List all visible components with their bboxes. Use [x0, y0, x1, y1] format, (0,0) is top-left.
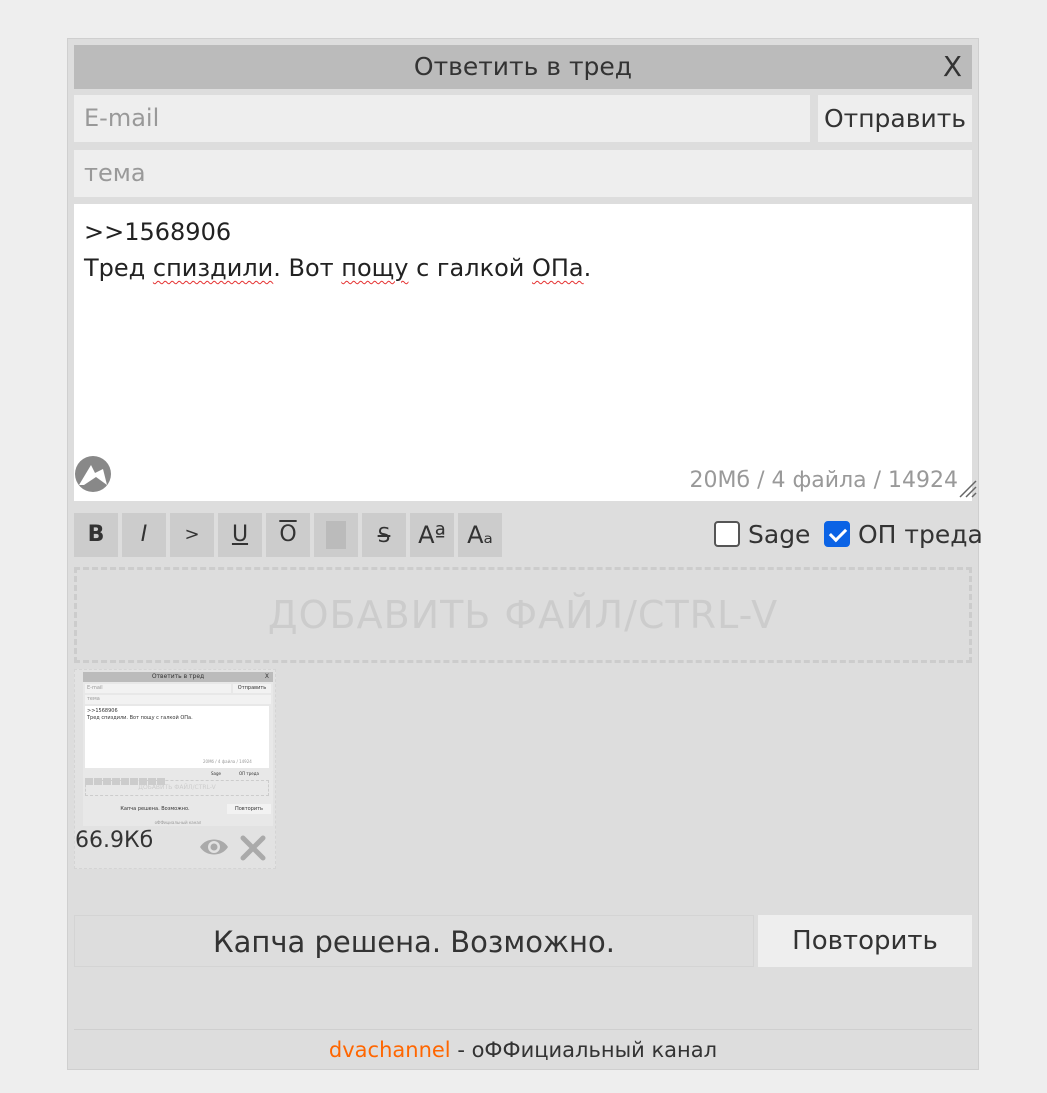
message-text-part: Тред — [84, 254, 153, 282]
bold-button[interactable]: B — [74, 513, 118, 557]
message-text-part: . Вот — [273, 254, 342, 282]
sage-label: Sage — [748, 520, 811, 549]
sage-checkbox[interactable] — [714, 521, 740, 547]
op-checkbox[interactable] — [824, 521, 850, 547]
thumb-captcha: Капча решена. Возможно. — [120, 806, 190, 812]
reply-form: Ответить в тред X E-mail Отправить тема … — [67, 38, 983, 1070]
attachment-card: Ответить в тред X E-mail Отправить тема … — [74, 669, 276, 869]
spoiler-block-icon — [326, 521, 346, 549]
thumb-send: Отправить — [233, 684, 271, 693]
thumb-subject: тема — [85, 695, 271, 704]
op-label: ОП треда — [858, 520, 983, 549]
op-toggle[interactable]: ОП треда — [824, 519, 983, 551]
thumb-footer: оФФициальный канал — [154, 820, 202, 825]
subscript-button[interactable]: Aₐ — [458, 513, 502, 557]
title-bar[interactable]: Ответить в тред X — [74, 45, 972, 89]
message-text-part: с галкой — [408, 254, 532, 282]
eye-icon[interactable] — [199, 836, 229, 858]
retry-button[interactable]: Повторить — [758, 915, 972, 967]
logo-icon[interactable] — [74, 455, 112, 493]
email-field[interactable]: E-mail — [74, 95, 810, 142]
sage-toggle[interactable]: Sage — [714, 519, 814, 551]
thumb-retry: Повторить — [227, 804, 271, 814]
thumb-email: E-mail — [85, 684, 231, 693]
thumb-op: ОП треда — [239, 771, 259, 776]
misspelled-word: ОПа — [531, 254, 584, 282]
misspelled-word: пощу — [341, 254, 409, 282]
thumb-sage: Sage — [211, 771, 221, 776]
italic-button[interactable]: I — [122, 513, 166, 557]
subject-field[interactable]: тема — [74, 150, 972, 197]
message-text-part: . — [583, 254, 592, 282]
superscript-button[interactable]: Aª — [410, 513, 454, 557]
thumb-title: Ответить в тред — [151, 673, 205, 680]
quote-button[interactable]: > — [170, 513, 214, 557]
remove-icon[interactable] — [239, 834, 267, 862]
attachment-size: 66.9Кб — [75, 828, 154, 853]
footer-link[interactable]: dvachannel — [329, 1038, 451, 1062]
spoiler-button[interactable] — [314, 513, 358, 557]
thumb-dropzone: ДОБАВИТЬ ФАЙЛ/CTRL-V — [85, 780, 269, 796]
thumb-line1: >>1568906 — [87, 708, 118, 714]
footer-text: - оФФициальный канал — [450, 1038, 718, 1062]
thumb-counter: 20Мб / 4 файла / 14924 — [203, 759, 252, 764]
thumb-line2: Тред спиздили. Вот пощу с галкой ОПа. — [87, 715, 193, 721]
footer: dvachannel - оФФициальный канал — [68, 1035, 978, 1065]
message-textarea[interactable]: >>1568906 Тред спиздили. Вот пощу с галк… — [74, 204, 972, 501]
strike-button[interactable]: S — [362, 513, 406, 557]
footer-divider — [74, 1029, 972, 1030]
misspelled-word: спиздили — [152, 254, 274, 282]
message-line-text: Тред спиздили. Вот пощу с галкой ОПа. — [84, 250, 962, 286]
overline-button[interactable]: O — [266, 513, 310, 557]
resize-icon[interactable] — [956, 477, 978, 499]
send-button[interactable]: Отправить — [818, 95, 972, 142]
limits-counter: 20Мб / 4 файла / 14924 — [689, 468, 958, 493]
captcha-status: Капча решена. Возможно. — [74, 915, 754, 967]
thumb-close: X — [264, 673, 269, 680]
attachment-thumbnail[interactable]: Ответить в тред X E-mail Отправить тема … — [83, 672, 273, 826]
file-dropzone[interactable]: ДОБАВИТЬ ФАЙЛ/CTRL-V — [74, 567, 972, 663]
close-button[interactable]: X — [943, 45, 962, 89]
form-title: Ответить в тред — [413, 52, 633, 81]
underline-button[interactable]: U — [218, 513, 262, 557]
message-line-reply: >>1568906 — [84, 218, 232, 246]
